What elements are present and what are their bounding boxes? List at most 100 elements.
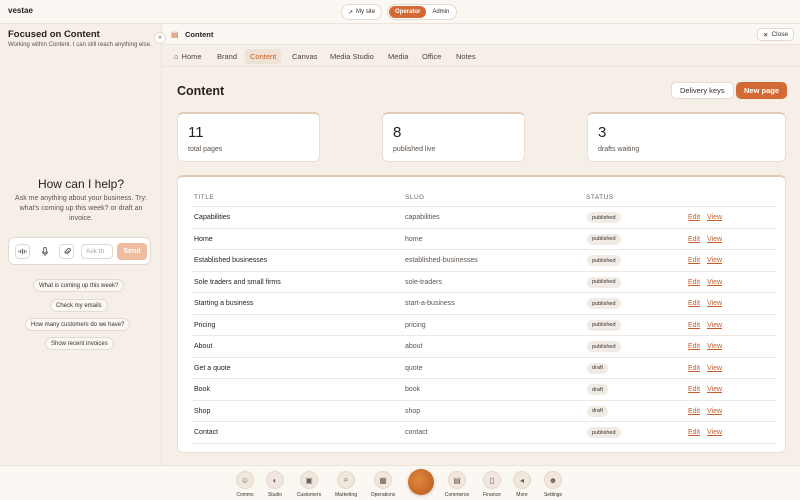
page-slug-cell: pricing [405,321,426,329]
assistant-sidebar: Focused on Content Working within Conten… [0,24,166,465]
edit-link[interactable]: Edit [688,343,700,350]
status-badge: published [587,212,621,223]
view-link[interactable]: View [707,408,722,415]
collapse-sidebar-button[interactable]: « [154,32,166,44]
page-title: Content [177,84,225,98]
wallet-icon: ▤ [448,471,466,489]
page-slug-cell: home [405,235,423,243]
chat-input[interactable] [81,244,113,259]
stat-value: 11 [188,124,204,141]
chat-composer: Send [8,237,151,265]
page-slug-cell: capabilities [405,214,440,221]
page-slug-cell: quote [405,364,423,372]
table-row: Established businesses established-busine… [192,250,776,272]
edit-link[interactable]: Edit [688,429,700,436]
stat-card-published: 8 published live [382,112,525,162]
mode-operator-button[interactable]: Operator [389,6,427,18]
dock-item-operations[interactable]: ▦ Operations [366,470,400,500]
send-button[interactable]: Send [117,243,147,260]
dock-item-marketing[interactable]: ⌕ Marketing [329,470,363,500]
page-slug-cell: book [405,386,421,393]
edit-link[interactable]: Edit [688,300,700,307]
edit-link[interactable]: Edit [688,257,700,264]
status-badge: draft [587,362,609,374]
top-bar: vestae ↗ My site Operator Admin [0,0,800,24]
suggestion-chip[interactable]: What is coming up this week? [33,279,125,292]
edit-link[interactable]: Edit [688,236,700,243]
page-title-cell: Get a quote [194,364,231,372]
table-row: Pricing pricing published Edit View [192,315,776,336]
status-badge: draft [587,405,609,417]
tab-office[interactable]: Office [417,49,446,64]
sidebar-title: Focused on Content [8,29,100,40]
tab-media-studio[interactable]: Media Studio [325,49,379,64]
tab-home[interactable]: ⌂ Home [169,49,207,64]
sidebar-subtitle: Working within Content. I can still reac… [8,42,152,48]
view-link[interactable]: View [707,386,722,393]
stat-value: 8 [393,124,402,141]
dock-item-customers[interactable]: ▣ Customers [292,470,326,500]
view-link[interactable]: View [707,236,722,243]
table-row: Contact contact published Edit View [192,422,776,444]
edit-link[interactable]: Edit [688,322,700,329]
table-row: Home home published Edit View [192,229,776,250]
table-row: Shop shop draft Edit View [192,401,776,422]
suggestion-chip[interactable]: How many customers do we have? [25,318,131,331]
voice-mode-icon[interactable] [15,244,30,259]
app-logo[interactable]: vestae [8,6,33,15]
assistant-orb-button[interactable] [408,469,434,495]
tab-media[interactable]: Media [383,49,413,64]
my-site-label: My site [356,9,376,15]
page-slug-cell: start-a-business [405,300,455,307]
document-icon: ▯ [483,471,501,489]
status-badge: draft [587,384,609,395]
home-icon: ⌂ [174,52,179,61]
table-row: Book book draft Edit View [192,379,776,401]
mode-admin-button[interactable]: Admin [426,6,455,18]
delivery-keys-button[interactable]: Delivery keys [671,82,734,99]
suggestion-chip[interactable]: Check my emails [50,299,108,312]
view-link[interactable]: View [707,429,722,436]
status-badge: published [587,341,621,352]
view-link[interactable]: View [707,322,722,329]
contacts-icon: ▣ [300,471,318,489]
tab-notes[interactable]: Notes [451,49,481,64]
my-site-button[interactable]: ↗ My site [341,4,383,20]
status-badge: published [587,255,621,266]
view-link[interactable]: View [707,343,722,350]
main-panel: ▤ Content ✕ Close ⌂ Home Brand Content C… [162,24,800,465]
edit-link[interactable]: Edit [688,214,700,221]
page-title-cell: Pricing [194,321,216,329]
external-link-icon: ↗ [348,9,354,16]
edit-link[interactable]: Edit [688,408,700,415]
page-slug-cell: about [405,343,423,350]
view-link[interactable]: View [707,257,722,264]
search-icon: ⌕ [337,471,355,489]
stat-label: drafts waiting [598,146,640,153]
tab-canvas[interactable]: Canvas [287,49,322,64]
people-icon: ☺ [236,471,254,489]
view-link[interactable]: View [707,279,722,286]
help-subtitle: Ask me anything about your business. Try… [15,195,147,222]
tab-label: Home [181,52,202,61]
page-title-cell: Book [194,386,210,393]
close-label: Close [771,31,789,38]
tab-brand[interactable]: Brand [212,49,242,64]
document-icon: ▤ [171,30,179,39]
edit-link[interactable]: Edit [688,386,700,393]
microphone-icon[interactable] [37,244,52,259]
close-button[interactable]: ✕ Close [757,28,795,41]
view-link[interactable]: View [707,214,722,221]
view-link[interactable]: View [707,365,722,372]
edit-link[interactable]: Edit [688,365,700,372]
view-link[interactable]: View [707,300,722,307]
column-header-title: TITLE [194,194,215,201]
attachment-icon[interactable] [59,244,74,259]
dock-item-settings[interactable]: ☻ Settings [536,470,570,500]
new-page-button[interactable]: New page [736,82,788,99]
table-row: Get a quote quote draft Edit View [192,358,776,379]
tab-content[interactable]: Content [245,49,282,64]
edit-link[interactable]: Edit [688,279,700,286]
suggestion-chip[interactable]: Show recent invoices [45,337,114,350]
page-title-cell: Contact [194,429,219,436]
